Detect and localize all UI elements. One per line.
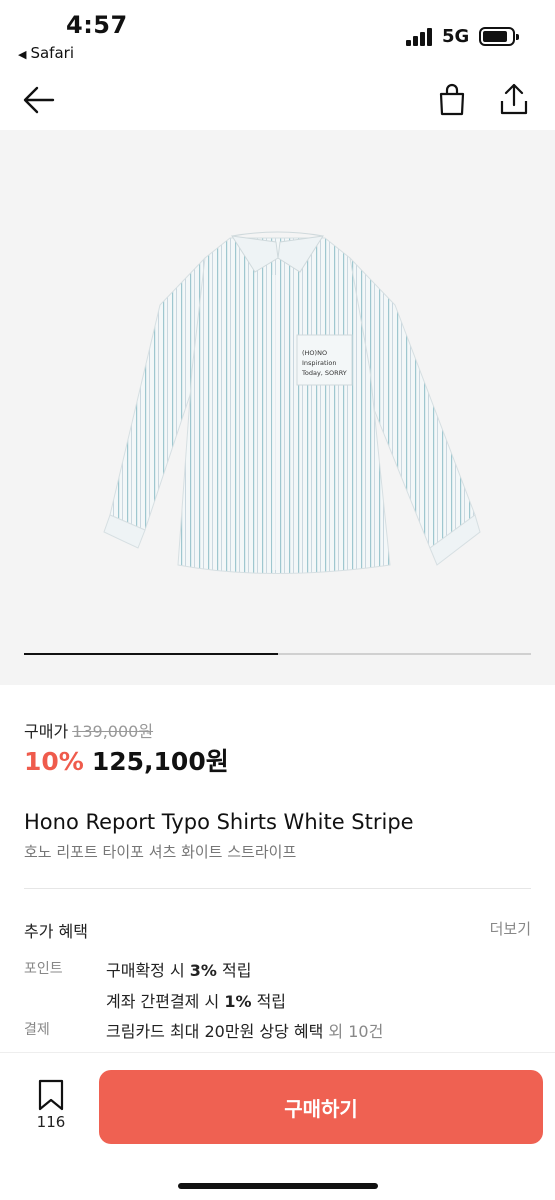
back-app-label: Safari [30, 44, 74, 62]
final-price: 125,100원 [91, 747, 229, 776]
nav-header [0, 70, 555, 130]
product-image-gallery[interactable]: (HO)NO Inspiration Today, SORRY [0, 130, 555, 685]
back-to-app[interactable]: ◀ Safari [18, 44, 74, 62]
buy-button-label: 구매하기 [284, 1096, 358, 1121]
share-button[interactable] [494, 80, 534, 120]
pocket-print-line-3: Today, SORRY [301, 369, 347, 377]
status-bar: 4:57 ◀ Safari 5G [0, 0, 555, 70]
discount-rate: 10% [24, 747, 84, 776]
network-type: 5G [442, 26, 470, 47]
cart-button[interactable] [432, 80, 472, 120]
product-name-ko: 호노 리포트 타이포 셔츠 화이트 스트라이프 [24, 843, 297, 861]
divider [24, 888, 531, 889]
product-name-en: Hono Report Typo Shirts White Stripe [24, 810, 414, 834]
benefits-more-link[interactable]: 더보기 [490, 918, 531, 939]
payment-benefit-text: 크림카드 최대 20만원 상당 혜택 [106, 1022, 324, 1041]
original-price: 139,000원 [72, 722, 154, 741]
point-benefit-2: 계좌 간편결제 시 1% 적립 [106, 988, 286, 1012]
bookmark-button[interactable]: 116 [28, 1079, 74, 1139]
status-time: 4:57 [66, 11, 128, 39]
home-indicator [178, 1183, 378, 1189]
point-benefit-1-suffix: 적립 [216, 961, 252, 980]
back-button[interactable] [20, 80, 60, 120]
payment-benefit-more: 외 10건 [323, 1022, 384, 1041]
point-label: 포인트 [24, 961, 63, 977]
point-benefit-2-text: 계좌 간편결제 시 [106, 992, 225, 1011]
point-benefit-1: 구매확정 시 3% 적립 [106, 957, 251, 981]
pocket-print-line-2: Inspiration [302, 359, 336, 367]
cellular-signal-icon [406, 28, 436, 46]
product-image: (HO)NO Inspiration Today, SORRY [103, 231, 481, 574]
bottom-action-bar: 116 구매하기 [0, 1052, 555, 1200]
point-benefit-1-rate: 3% [189, 961, 217, 980]
payment-benefit: 크림카드 최대 20만원 상당 혜택 외 10건 [106, 1018, 383, 1042]
point-benefit-1-text: 구매확정 시 [106, 961, 190, 980]
price-label: 구매가 [24, 722, 69, 741]
gallery-progress-track [24, 653, 531, 655]
back-triangle-icon: ◀ [18, 48, 27, 61]
arrow-left-icon [23, 86, 55, 114]
bookmark-icon [38, 1079, 64, 1111]
bookmark-count: 116 [36, 1113, 66, 1131]
share-icon [500, 83, 528, 115]
point-benefit-2-suffix: 적립 [251, 992, 287, 1011]
gallery-progress-bar [24, 653, 278, 655]
battery-icon [479, 27, 519, 46]
price-label-row: 구매가 139,000원 [24, 718, 153, 742]
shopping-bag-icon [439, 83, 465, 116]
pocket-print-line-1: (HO)NO [302, 349, 327, 357]
buy-button[interactable]: 구매하기 [99, 1070, 543, 1144]
point-benefit-2-rate: 1% [224, 992, 252, 1011]
price-row: 10% 125,100원 [24, 742, 229, 778]
payment-label: 결제 [24, 1022, 50, 1038]
benefits-title: 추가 혜택 [24, 922, 88, 941]
